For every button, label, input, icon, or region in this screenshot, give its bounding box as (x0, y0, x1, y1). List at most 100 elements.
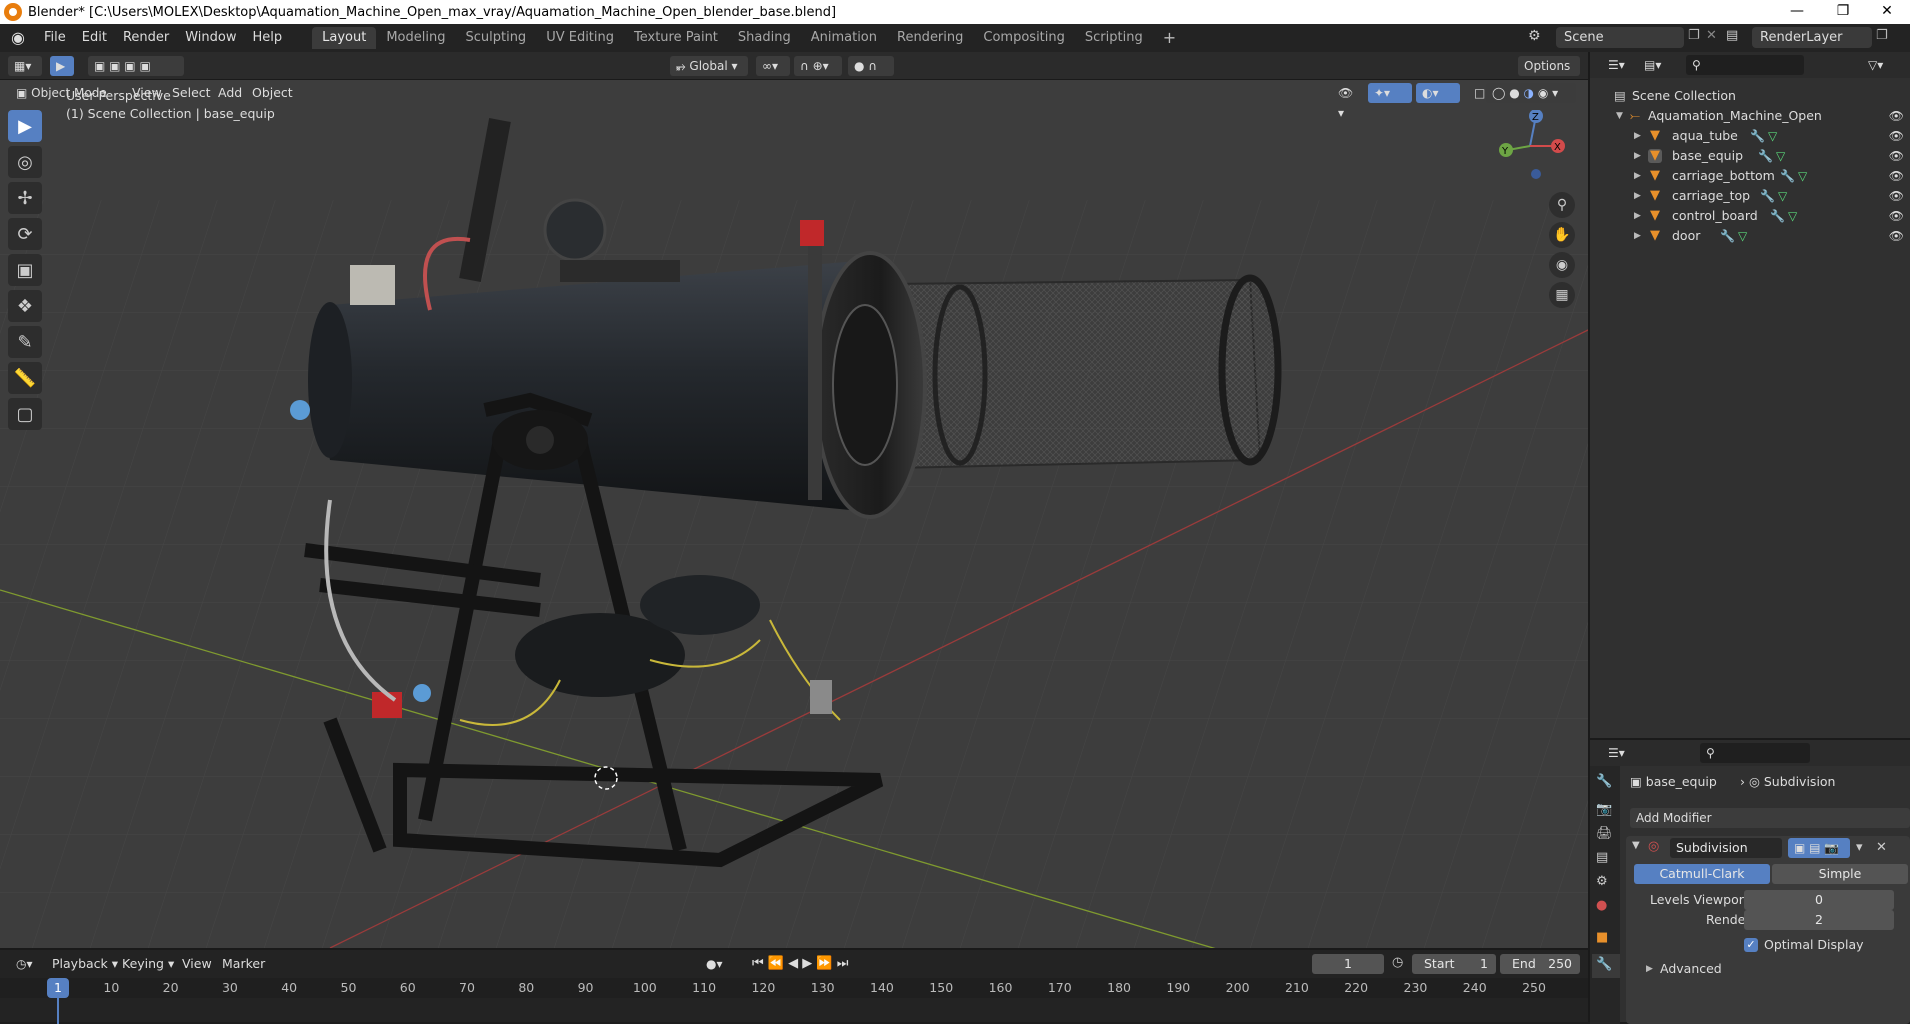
maximize-icon[interactable]: ❐ (1820, 0, 1866, 24)
editor-type-icon[interactable]: ▦▾ (8, 56, 42, 76)
remove-modifier-icon[interactable]: ✕ (1876, 840, 1887, 855)
modifier-wrench-icon[interactable]: 🔧 (1720, 226, 1735, 246)
ortho-grid-icon[interactable]: ▦ (1549, 282, 1575, 308)
view-layer-selector[interactable]: RenderLayer (1752, 27, 1872, 48)
simple-button[interactable]: Simple (1772, 864, 1908, 884)
timeline-menu-view[interactable]: View (182, 954, 212, 974)
tab-modeling[interactable]: Modeling (376, 27, 455, 49)
mesh-data-icon[interactable]: ▽ (1788, 206, 1797, 226)
mesh-data-icon[interactable]: ▽ (1776, 146, 1785, 166)
visibility-eye-icon[interactable]: 👁 (1889, 166, 1904, 186)
3d-viewport[interactable]: User Perspective (1) Scene Collection | … (0, 80, 1588, 948)
mesh-data-icon[interactable]: ▽ (1798, 166, 1807, 186)
levels-viewport-field[interactable]: 0 (1744, 890, 1894, 910)
outliner-row-aqua-tube[interactable]: ▶ ▼ aqua_tube 🔧 ▽ 👁 (1590, 126, 1910, 146)
modifier-wrench-icon[interactable]: 🔧 (1760, 186, 1775, 206)
add-workspace-icon[interactable]: + (1153, 27, 1186, 49)
menu-help[interactable]: Help (245, 24, 291, 52)
menu-edit[interactable]: Edit (74, 24, 115, 52)
expand-icon[interactable]: ▶ (1634, 166, 1641, 186)
select-box-icon[interactable]: ▶ (8, 110, 42, 142)
pivot-point-icon[interactable]: ∞▾ (756, 56, 790, 76)
scene-tab-icon[interactable]: ⚙ (1596, 874, 1608, 889)
mesh-data-icon[interactable]: ▽ (1738, 226, 1747, 246)
render-levels-field[interactable]: 2 (1744, 910, 1894, 930)
scene-icon[interactable]: ⚙ (1528, 28, 1541, 44)
annotate-icon[interactable]: ✎ (8, 326, 42, 358)
object-tab-icon[interactable]: ■ (1596, 930, 1608, 945)
tab-rendering[interactable]: Rendering (887, 27, 973, 49)
shading-mode-icons[interactable]: ◯ ● ◑ ◉ ▾ (1486, 83, 1576, 103)
new-scene-icon[interactable]: ❐ (1688, 28, 1700, 43)
outliner-row-scene-collection[interactable]: ▤ Scene Collection (1590, 86, 1910, 106)
tab-compositing[interactable]: Compositing (973, 27, 1075, 49)
render-tab-icon[interactable]: 📷 (1596, 802, 1612, 817)
tab-scripting[interactable]: Scripting (1075, 27, 1153, 49)
tab-animation[interactable]: Animation (801, 27, 887, 49)
display-mode-icon[interactable]: ▤▾ (1638, 55, 1668, 75)
expand-icon[interactable]: ▶ (1634, 226, 1641, 246)
outliner-search-input[interactable]: ⚲ (1686, 55, 1804, 75)
properties-search-input[interactable]: ⚲ (1700, 743, 1810, 763)
snap-icon[interactable]: ∩ ⊕▾ (794, 56, 842, 76)
world-tab-icon[interactable]: ● (1596, 898, 1607, 913)
timeline-menu-keying[interactable]: Keying ▾ (122, 954, 174, 974)
add-cube-icon[interactable]: ▢ (8, 398, 42, 430)
timeline-menu-playback[interactable]: Playback ▾ (52, 954, 118, 974)
record-icon[interactable]: ●▾ (700, 954, 736, 974)
collapse-icon[interactable]: ▼ (1632, 840, 1640, 851)
delete-scene-icon[interactable]: ✕ (1706, 28, 1717, 43)
visibility-eye-icon[interactable]: 👁 (1889, 206, 1904, 226)
new-layer-icon[interactable]: ❐ (1876, 28, 1888, 43)
gizmo-toggle-icon[interactable]: ✦▾ (1368, 83, 1412, 103)
pan-hand-icon[interactable]: ✋ (1549, 222, 1575, 248)
use-preview-range-icon[interactable]: ◷ (1392, 955, 1403, 970)
zoom-icon[interactable]: ⚲ (1549, 192, 1575, 218)
outliner-row-carriage-bottom[interactable]: ▶ ▼ carriage_bottom 🔧 ▽ 👁 (1590, 166, 1910, 186)
timeline-menu-marker[interactable]: Marker (222, 954, 265, 974)
modifier-wrench-icon[interactable]: 🔧 (1780, 166, 1795, 186)
scene-selector[interactable]: Scene (1556, 27, 1684, 48)
optimal-display-checkbox[interactable]: ✓ (1744, 938, 1758, 952)
modifier-wrench-icon[interactable]: 🔧 (1750, 126, 1765, 146)
output-tab-icon[interactable]: 🖨 (1596, 826, 1613, 841)
blender-menu-icon[interactable]: ◉ (8, 29, 28, 47)
modifier-wrench-icon[interactable]: 🔧 (1770, 206, 1785, 226)
viewport-menu-select[interactable]: Select (172, 83, 211, 103)
navigation-gizmo[interactable]: Z X Y (1494, 110, 1566, 182)
menu-window[interactable]: Window (177, 24, 244, 52)
visibility-icon[interactable]: 👁▾ (1332, 83, 1362, 120)
mode-dropdown[interactable]: ▣ Object Mode ▾ (10, 83, 118, 120)
cursor-icon[interactable]: ◎ (8, 146, 42, 178)
transform-orientation-dropdown[interactable]: ⥵ Global ▾ (670, 56, 748, 76)
close-icon[interactable]: ✕ (1864, 0, 1910, 24)
modifier-tab-icon[interactable]: 🔧 (1592, 954, 1620, 978)
minimize-icon[interactable]: — (1774, 0, 1820, 24)
options-dropdown[interactable]: Options ▾ (1518, 56, 1580, 93)
advanced-expand-icon[interactable]: ▶ (1646, 964, 1653, 974)
select-tool-icon[interactable]: ▶ (50, 56, 74, 76)
expand-icon[interactable]: ▶ (1634, 186, 1641, 206)
scale-icon[interactable]: ▣ (8, 254, 42, 286)
overlay-toggle-icon[interactable]: ◐▾ (1416, 83, 1460, 103)
expand-icon[interactable]: ▼ (1616, 106, 1623, 126)
expand-icon[interactable]: ▶ (1634, 126, 1641, 146)
view-layer-tab-icon[interactable]: ▤ (1596, 850, 1608, 865)
filter-icon[interactable]: ▽▾ (1862, 55, 1892, 75)
mesh-data-icon[interactable]: ▽ (1778, 186, 1787, 206)
menu-render[interactable]: Render (115, 24, 177, 52)
expand-icon[interactable]: ▶ (1634, 146, 1641, 166)
playback-controls[interactable]: ⏮ ⏪ ◀ ▶ ⏩ ⏭ (746, 954, 866, 974)
outliner-row-control-board[interactable]: ▶ ▼ control_board 🔧 ▽ 👁 (1590, 206, 1910, 226)
viewport-menu-add[interactable]: Add (218, 83, 242, 103)
advanced-panel-label[interactable]: Advanced (1660, 959, 1722, 979)
camera-icon[interactable]: ◉ (1549, 252, 1575, 278)
viewport-menu-view[interactable]: View (132, 83, 162, 103)
catmull-clark-button[interactable]: Catmull-Clark (1634, 864, 1770, 884)
modifier-display-icons[interactable]: ▣ ▤ 📷 (1788, 838, 1850, 858)
tool-tab-icon[interactable]: 🔧 (1596, 774, 1612, 789)
tab-layout[interactable]: Layout (312, 27, 377, 49)
tab-shading[interactable]: Shading (728, 27, 801, 49)
selection-mode-icons[interactable]: ▣ ▣ ▣ ▣ (88, 56, 184, 76)
outliner-row-door[interactable]: ▶ ▼ door 🔧 ▽ 👁 (1590, 226, 1910, 246)
